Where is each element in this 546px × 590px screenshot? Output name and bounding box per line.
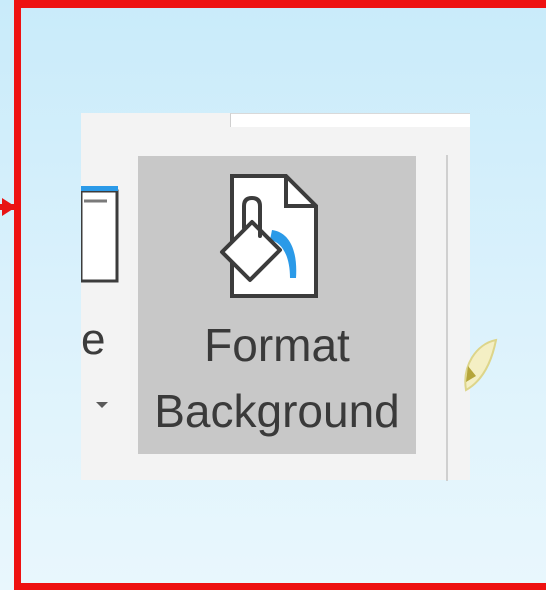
format-background-icon xyxy=(220,174,318,298)
leaf-decoration-icon xyxy=(464,338,498,392)
chevron-down-icon[interactable] xyxy=(96,402,108,408)
slide-size-icon[interactable] xyxy=(81,183,121,285)
annotation-arrow-icon xyxy=(2,198,16,216)
format-background-label-line2: Background xyxy=(154,385,400,437)
ribbon-tab[interactable] xyxy=(230,113,470,127)
partial-button-label[interactable]: e xyxy=(81,318,105,362)
ribbon-group-separator xyxy=(446,155,448,481)
format-background-button[interactable]: Format Background xyxy=(138,156,416,454)
format-background-label-line1: Format xyxy=(204,319,350,371)
